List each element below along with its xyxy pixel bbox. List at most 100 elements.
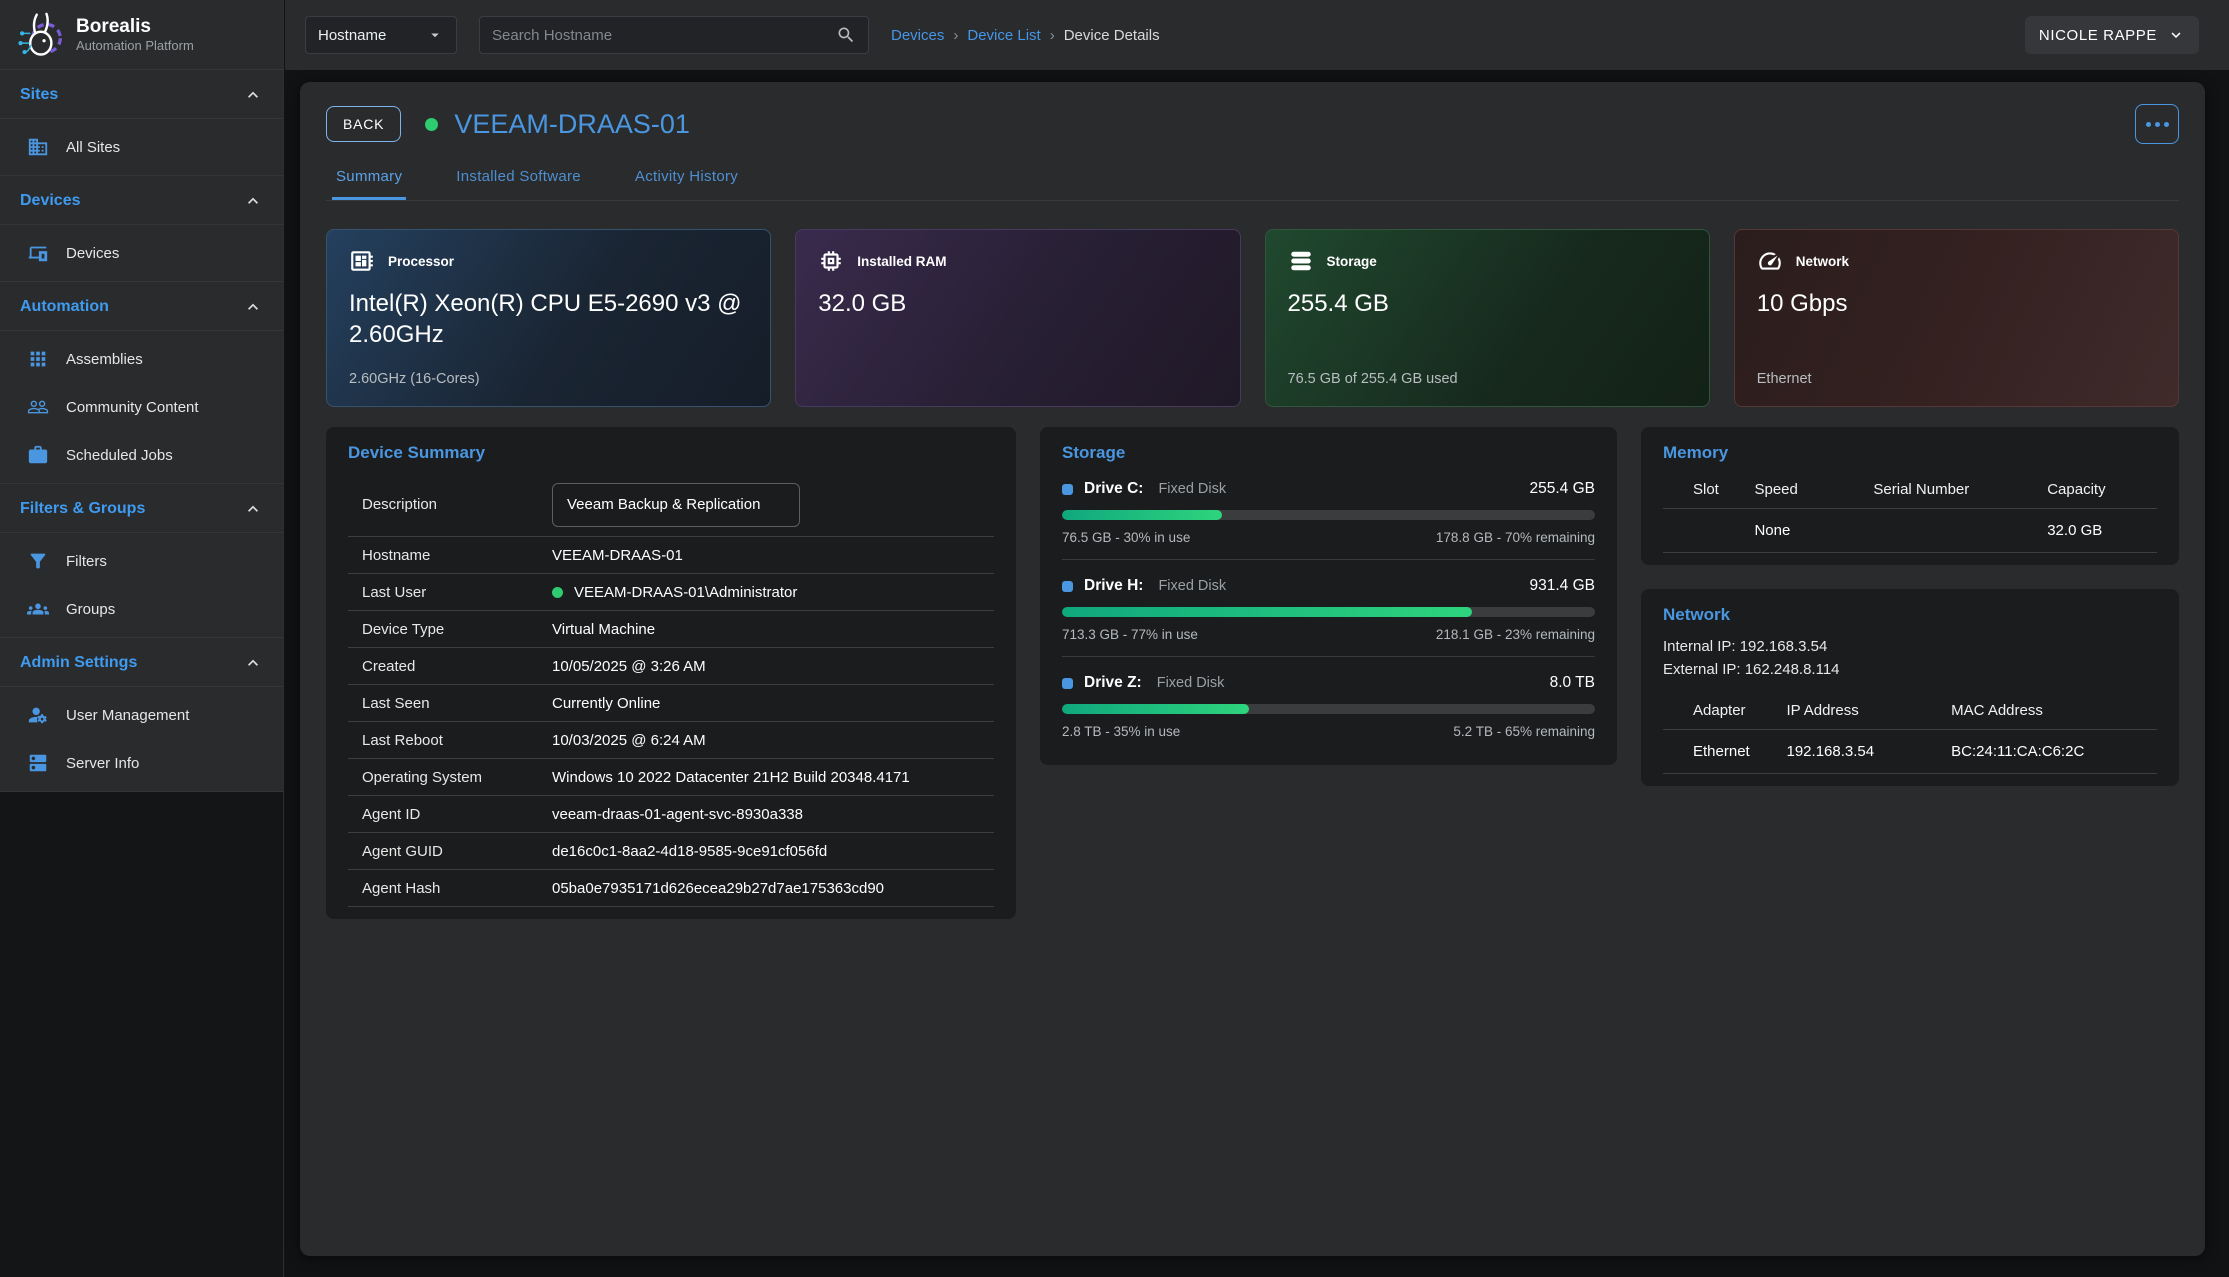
- chevron-up-icon: [243, 191, 263, 211]
- drive-remaining-text: 178.8 GB - 70% remaining: [1436, 530, 1595, 545]
- sidebar-item-groups[interactable]: Groups: [0, 585, 283, 633]
- summary-row-operating-system: Operating System Windows 10 2022 Datacen…: [348, 759, 994, 796]
- chevron-down-icon: [2167, 26, 2185, 44]
- search-input[interactable]: [492, 27, 836, 44]
- network-value: 10 Gbps: [1757, 288, 2156, 319]
- storage-stack-icon: [1288, 248, 1314, 274]
- drive-used-text: 2.8 TB - 35% in use: [1062, 724, 1180, 739]
- sidebar-section-filters-groups[interactable]: Filters & Groups: [0, 484, 283, 533]
- storage-value: 255.4 GB: [1288, 288, 1687, 319]
- chevron-up-icon: [243, 85, 263, 105]
- processor-sub: 2.60GHz (16-Cores): [349, 371, 748, 388]
- server-stack-icon: [27, 752, 49, 774]
- app-name: Borealis: [76, 16, 194, 38]
- sidebar-item-filters[interactable]: Filters: [0, 537, 283, 585]
- drive-remaining-text: 5.2 TB - 65% remaining: [1453, 724, 1595, 739]
- sidebar-item-assemblies[interactable]: Assemblies: [0, 335, 283, 383]
- sidebar-item-community-content[interactable]: Community Content: [0, 383, 283, 431]
- breadcrumb: Devices › Device List › Device Details: [891, 27, 1160, 44]
- storage-sub: 76.5 GB of 255.4 GB used: [1288, 371, 1687, 388]
- network-card: Network 10 Gbps Ethernet: [1734, 229, 2179, 407]
- online-status-dot: [425, 118, 438, 131]
- topbar: Hostname Devices › Device List › Device …: [285, 0, 2229, 70]
- devices-icon: [27, 242, 49, 264]
- user-online-dot: [552, 587, 563, 598]
- network-gauge-icon: [1757, 248, 1783, 274]
- drive-bullet-icon: [1062, 484, 1073, 495]
- processor-card: Processor Intel(R) Xeon(R) CPU E5-2690 v…: [326, 229, 771, 407]
- page-title: VEEAM-DRAAS-01: [454, 109, 690, 140]
- network-panel-title: Network: [1663, 605, 2157, 625]
- ram-sub: [818, 371, 1217, 388]
- filter-funnel-icon: [27, 550, 49, 572]
- summary-row-device-type: Device Type Virtual Machine: [348, 611, 994, 648]
- ram-chip-icon: [818, 248, 844, 274]
- sidebar-section-sites[interactable]: Sites: [0, 70, 283, 119]
- breadcrumb-separator: ›: [1050, 27, 1055, 44]
- drive-used-text: 713.3 GB - 77% in use: [1062, 627, 1198, 642]
- sidebar-section-automation[interactable]: Automation: [0, 282, 283, 331]
- summary-row-last-reboot: Last Reboot 10/03/2025 @ 6:24 AM: [348, 722, 994, 759]
- tab-summary[interactable]: Summary: [332, 168, 406, 200]
- summary-row-hostname: Hostname VEEAM-DRAAS-01: [348, 537, 994, 574]
- external-ip: External IP: 162.248.8.114: [1663, 658, 2157, 681]
- summary-row-last-seen: Last Seen Currently Online: [348, 685, 994, 722]
- search-icon[interactable]: [836, 25, 856, 45]
- caret-down-icon: [426, 26, 444, 44]
- network-table-row: Ethernet 192.168.3.54 BC:24:11:CA:C6:2C: [1663, 730, 2157, 774]
- memory-table-row: None 32.0 GB: [1663, 509, 2157, 553]
- sidebar-section-devices[interactable]: Devices: [0, 176, 283, 225]
- breadcrumb-device-details: Device Details: [1064, 27, 1160, 44]
- hostname-filter-select[interactable]: Hostname: [305, 16, 457, 54]
- back-button[interactable]: BACK: [326, 106, 401, 142]
- app-logo-row: Borealis Automation Platform: [0, 0, 283, 70]
- installed-ram-card: Installed RAM 32.0 GB: [795, 229, 1240, 407]
- sidebar-item-all-sites[interactable]: All Sites: [0, 123, 283, 171]
- people-outline-icon: [27, 396, 49, 418]
- memory-table-header: Slot Speed Serial Number Capacity: [1663, 475, 2157, 509]
- ram-value: 32.0 GB: [818, 288, 1217, 319]
- storage-card: Storage 255.4 GB 76.5 GB of 255.4 GB use…: [1265, 229, 1710, 407]
- description-input[interactable]: [552, 483, 800, 527]
- processor-icon: [349, 248, 375, 274]
- tab-activity-history[interactable]: Activity History: [631, 168, 742, 200]
- breadcrumb-device-list[interactable]: Device List: [967, 27, 1040, 44]
- sidebar-section-admin-settings[interactable]: Admin Settings: [0, 638, 283, 687]
- borealis-logo-icon: [14, 9, 66, 61]
- sidebar-item-devices[interactable]: Devices: [0, 229, 283, 277]
- user-menu-button[interactable]: NICOLE RAPPE: [2025, 16, 2199, 54]
- device-details-panel: BACK VEEAM-DRAAS-01 Summary Installed So…: [300, 82, 2205, 1256]
- sidebar-item-server-info[interactable]: Server Info: [0, 739, 283, 787]
- tab-installed-software[interactable]: Installed Software: [452, 168, 585, 200]
- more-options-button[interactable]: [2135, 104, 2179, 144]
- sidebar-item-user-management[interactable]: User Management: [0, 691, 283, 739]
- breadcrumb-devices[interactable]: Devices: [891, 27, 944, 44]
- user-gear-icon: [27, 704, 49, 726]
- drive-row-z: Drive Z: Fixed Disk 8.0 TB 2.8 TB - 35% …: [1062, 656, 1595, 753]
- chevron-up-icon: [243, 297, 263, 317]
- chevron-up-icon: [243, 653, 263, 673]
- internal-ip: Internal IP: 192.168.3.54: [1663, 635, 2157, 658]
- processor-value: Intel(R) Xeon(R) CPU E5-2690 v3 @ 2.60GH…: [349, 288, 748, 350]
- app-subtitle: Automation Platform: [76, 38, 194, 53]
- drive-row-h: Drive H: Fixed Disk 931.4 GB 713.3 GB - …: [1062, 559, 1595, 656]
- network-sub: Ethernet: [1757, 371, 2156, 388]
- building-icon: [27, 136, 49, 158]
- summary-row-agent-guid: Agent GUID de16c0c1-8aa2-4d18-9585-9ce91…: [348, 833, 994, 870]
- summary-row-agent-hash: Agent Hash 05ba0e7935171d626ecea29b27d7a…: [348, 870, 994, 907]
- summary-row-description: Description: [348, 473, 994, 537]
- device-summary-title: Device Summary: [348, 443, 994, 463]
- summary-row-created: Created 10/05/2025 @ 3:26 AM: [348, 648, 994, 685]
- storage-panel-title: Storage: [1062, 443, 1595, 463]
- storage-panel: Storage Drive C: Fixed Disk 255.4 GB 76.…: [1040, 427, 1617, 765]
- drive-c-progress: [1062, 510, 1595, 520]
- apps-grid-icon: [27, 348, 49, 370]
- memory-panel-title: Memory: [1663, 443, 2157, 463]
- sidebar-item-scheduled-jobs[interactable]: Scheduled Jobs: [0, 431, 283, 479]
- hostname-search[interactable]: [479, 16, 869, 54]
- chevron-up-icon: [243, 499, 263, 519]
- drive-h-progress: [1062, 607, 1595, 617]
- stat-cards: Processor Intel(R) Xeon(R) CPU E5-2690 v…: [326, 229, 2179, 407]
- breadcrumb-separator: ›: [953, 27, 958, 44]
- briefcase-icon: [27, 444, 49, 466]
